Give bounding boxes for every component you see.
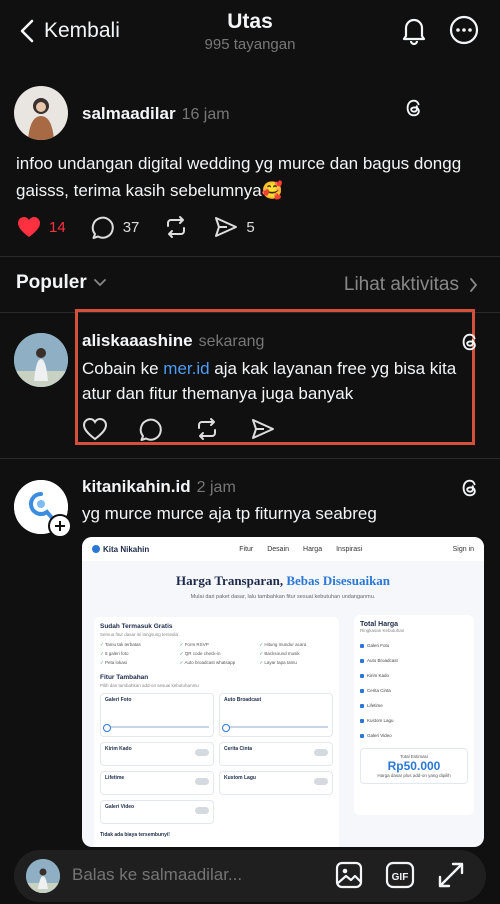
embedded-notice: Tidak ada biaya tersembunyi! [100,832,170,838]
embedded-nav-item: Desain [267,545,290,553]
embedded-section-note: Semua fitur dasar ini langsung tersedia [100,632,179,637]
embedded-nav-item: Fitur [239,545,254,553]
embedded-subtitle: Mulai dari paket dasar, lalu tambahkan f… [190,594,376,600]
threads-icon [462,479,476,497]
embedded-included-list: Tamu tak terbatasForm RSVPHitung mundur … [100,642,333,666]
embedded-estimate: Total Estimasi Rp50.000 Harga dasar plus… [360,748,468,784]
embedded-sign-in: Sign in [452,545,474,553]
embedded-addon: Galeri Foto [100,693,214,737]
avatar [26,859,60,893]
reply-time: 2 jam [196,479,236,496]
embedded-headline: Harga Transparan, Bebas Disesuaikan [175,573,391,588]
reply-text-part: Cobain ke [82,359,164,378]
bell-icon[interactable] [398,14,430,46]
heart-filled-icon [18,217,40,237]
reply-username[interactable]: aliskaaashine [82,331,193,350]
reply-text: Cobain ke mer.id aja kak layanan free yg… [82,356,472,406]
share-button[interactable]: 5 [213,214,255,240]
embedded-addon: Lifetime [100,771,214,795]
reply-username[interactable]: kitanikahin.id [82,477,191,496]
avatar[interactable] [14,86,68,140]
divider [0,458,500,459]
embedded-nav-item: Inspirasi [336,545,363,553]
post-time: 16 jam [181,106,230,123]
post-actions: 14 37 5 [16,214,279,240]
chevron-right-icon [470,278,478,292]
post-text: infoo undangan digital wedding yg murce … [16,154,462,200]
expand-icon[interactable] [436,860,466,890]
activity-link[interactable]: Lihat aktivitas [344,274,478,296]
embedded-features-panel: Sudah Termasuk Gratis Semua fitur dasar … [94,617,339,847]
reply-bar: GIF [14,850,486,902]
embedded-addon: Auto Broadcast [219,693,333,737]
embedded-addon: Kustom Lagu [219,771,333,795]
reply-actions [82,416,300,442]
reply-header: kitanikahin.id 2 jam [82,477,236,497]
send-icon [215,217,238,237]
plus-icon [55,521,65,531]
comment-icon [139,418,162,441]
like-button[interactable]: 14 [16,214,66,240]
sort-dropdown[interactable]: Populer [16,272,107,294]
threads-icon [462,333,476,351]
comment-button[interactable] [138,416,164,442]
repost-icon [198,418,216,440]
attached-image[interactable]: Kita Nikahin Fitur Desain Harga Inspiras… [82,537,484,847]
repost-icon [167,216,186,238]
chevron-down-icon [93,279,106,287]
top-bar: Kembali Utas 995 tayangan [0,0,500,64]
gif-icon[interactable]: GIF [385,860,415,890]
embedded-section-title: Fitur Tambahan [100,674,149,681]
heart-icon [82,417,108,441]
like-count: 14 [49,218,66,236]
comment-button[interactable]: 37 [90,214,140,240]
embedded-section-note: Pilih dan tambahkan add-on sesuai kebutu… [100,683,199,688]
comment-icon [91,216,114,239]
threads-icon [406,99,420,117]
embedded-addon: Cerita Cinta [219,742,333,766]
share-button[interactable] [250,416,276,442]
reply-time: sekarang [198,333,265,350]
reply-input[interactable] [72,865,272,885]
post-header: salmaadilar 16 jam [82,104,230,124]
reply-text: yg murce murce aja tp fiturnya seabreg [82,504,377,523]
divider [0,256,500,257]
embedded-total-panel: Total Harga Ringkasan Kebutuhan Galeri F… [354,615,474,815]
svg-text:GIF: GIF [392,872,409,883]
image-icon[interactable] [334,860,364,890]
embedded-addon: Kirim Kado [100,742,214,766]
embedded-section-title: Sudah Termasuk Gratis [100,623,173,630]
share-count: 5 [246,218,255,236]
activity-link-label: Lihat aktivitas [343,274,459,295]
comment-count: 37 [122,218,140,236]
reply-link[interactable]: mer.id [163,359,209,378]
post-username[interactable]: salmaadilar [82,104,176,123]
embedded-total-title: Total Harga [360,621,398,628]
sort-label: Populer [16,272,87,293]
follow-button[interactable] [48,514,72,538]
embedded-nav: Kita Nikahin Fitur Desain Harga Inspiras… [82,537,484,561]
avatar[interactable] [14,333,68,387]
like-button[interactable] [82,416,108,442]
reply-header: aliskaaashine sekarang [82,331,264,351]
embedded-total-note: Ringkasan Kebutuhan [360,628,405,633]
send-icon [252,419,274,439]
repost-button[interactable] [194,416,220,442]
repost-button[interactable] [163,214,189,240]
more-options-icon[interactable] [448,14,480,46]
embedded-nav-item: Harga [303,545,323,553]
embedded-addons: Galeri Foto Auto Broadcast Kirim Kado Ce… [100,693,333,824]
embedded-addon: Galeri Video [100,800,214,824]
embedded-logo: Kita Nikahin [92,545,149,554]
